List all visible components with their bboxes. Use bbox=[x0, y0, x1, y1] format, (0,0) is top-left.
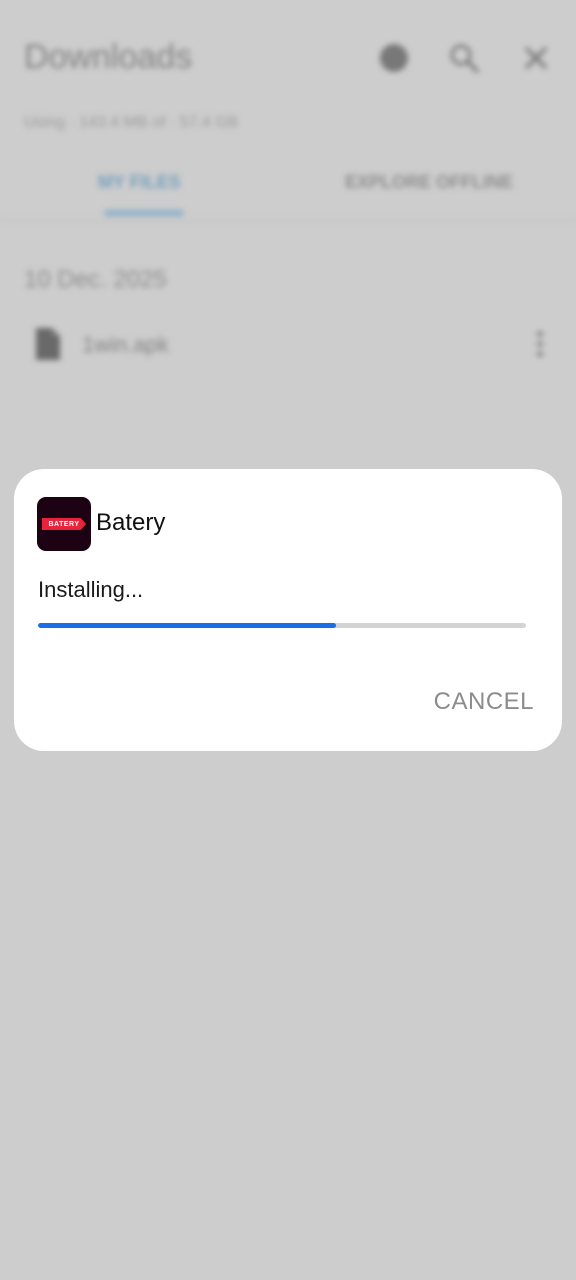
install-dialog: BATERY Batery Installing... CANCEL bbox=[14, 469, 562, 751]
app-logo: BATERY bbox=[42, 518, 86, 530]
app-icon: BATERY bbox=[37, 497, 91, 551]
install-progress-bar bbox=[38, 623, 526, 628]
cancel-button[interactable]: CANCEL bbox=[414, 677, 544, 727]
screen: Downloads Using · 143.4 MB of · 57.4 GB … bbox=[0, 0, 576, 1280]
install-status-text: Installing... bbox=[38, 577, 144, 602]
install-progress-fill bbox=[38, 623, 336, 628]
app-name: Batery bbox=[96, 509, 166, 536]
